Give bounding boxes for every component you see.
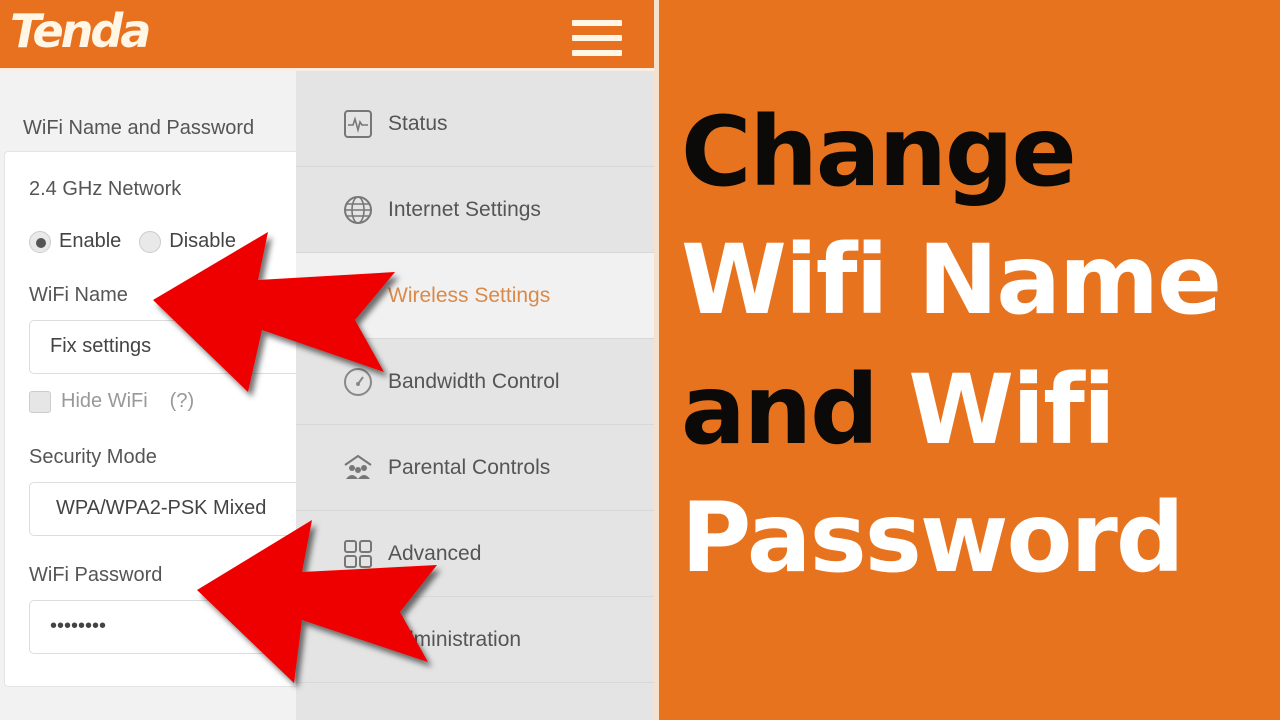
arrow-wifi-password <box>197 520 437 683</box>
arrow-wifi-name <box>153 232 395 392</box>
annotation-arrows <box>153 232 437 683</box>
